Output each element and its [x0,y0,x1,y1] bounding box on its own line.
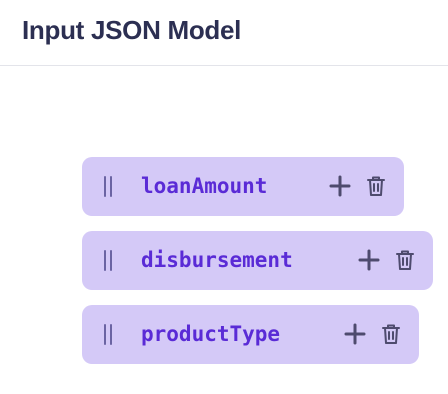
add-child-button[interactable] [328,174,352,198]
field-row[interactable]: productType [82,305,419,364]
add-child-button[interactable] [343,322,367,346]
page-header: Input JSON Model [0,0,448,66]
field-name: disbursement [141,248,293,272]
delete-field-button[interactable] [393,248,417,272]
add-child-button[interactable] [357,248,381,272]
field-name: productType [141,322,281,346]
trash-icon [396,250,414,270]
drag-handle-icon[interactable] [104,250,113,271]
drag-handle-icon[interactable] [104,176,113,197]
plus-icon [358,249,380,271]
plus-icon [344,323,366,345]
trash-icon [382,324,400,344]
plus-icon [329,175,351,197]
delete-field-button[interactable] [364,174,388,198]
field-row[interactable]: loanAmount [82,157,404,216]
delete-field-button[interactable] [379,322,403,346]
drag-handle-icon[interactable] [104,324,113,345]
field-row[interactable]: disbursement [82,231,433,290]
field-name: loanAmount [141,174,268,198]
trash-icon [367,176,385,196]
page-title: Input JSON Model [22,15,242,45]
